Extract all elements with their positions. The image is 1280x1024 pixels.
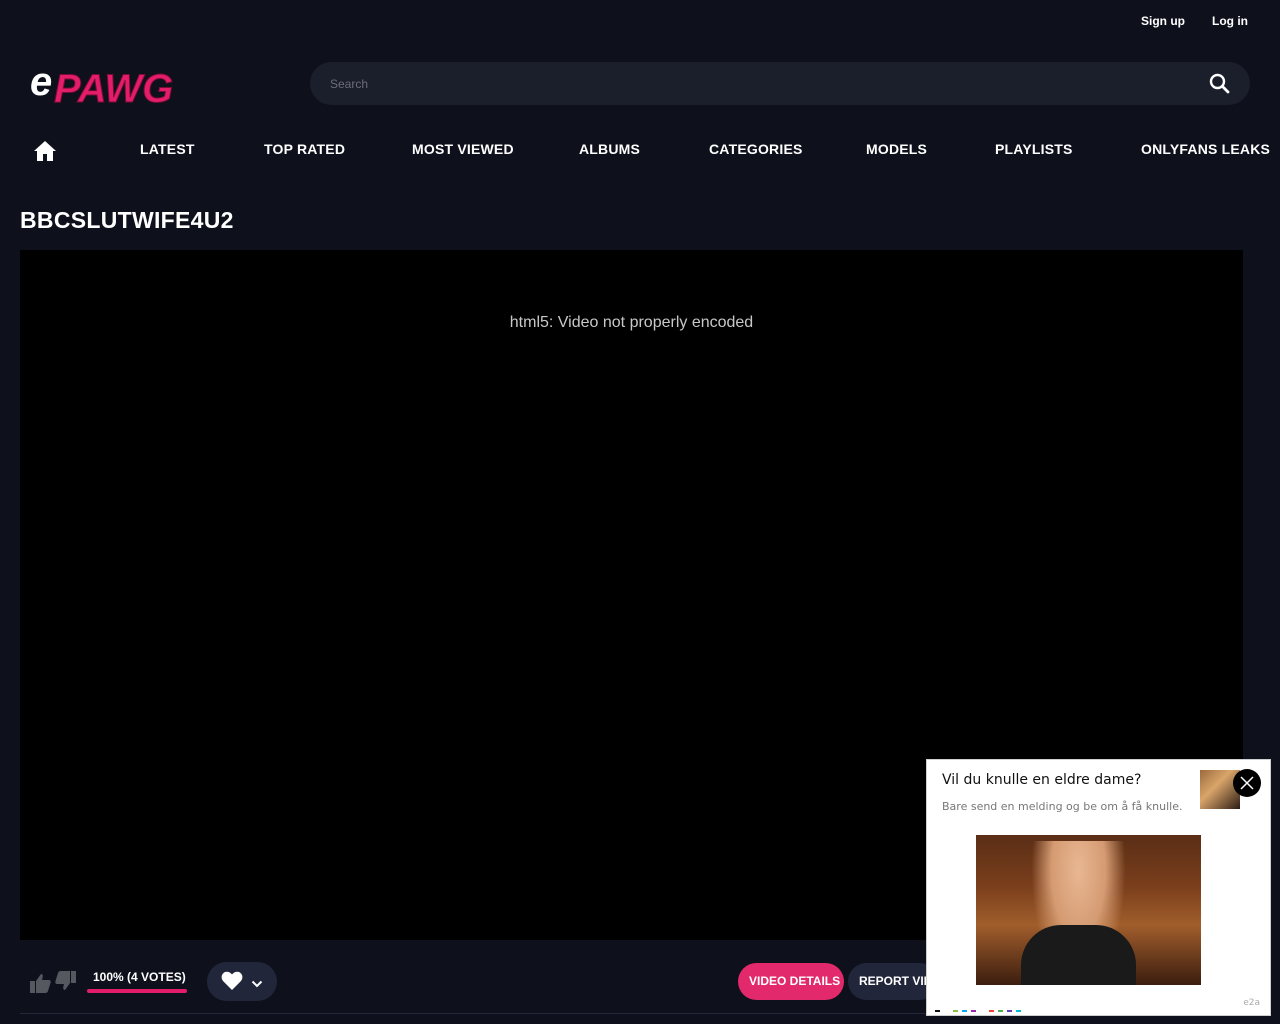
video-details-tab[interactable]: VIDEO DETAILS (738, 963, 844, 1000)
rating-text: 100% (4 VOTES) (93, 970, 186, 984)
nav-item-top-rated[interactable]: TOP RATED (264, 141, 345, 157)
search-input[interactable] (330, 74, 1190, 94)
report-video-tab[interactable]: REPORT VIDEO (848, 963, 938, 1000)
ad-network-label: e2a (1243, 998, 1260, 1008)
rating-bar (87, 989, 187, 993)
log-in-link[interactable]: Log in (1212, 14, 1248, 28)
close-icon (1233, 769, 1261, 801)
top-bar: Sign up Log in (0, 0, 1280, 44)
thumbs-down-icon[interactable] (55, 970, 77, 992)
thumbs-up-icon[interactable] (29, 972, 51, 994)
ad-image[interactable] (976, 835, 1201, 985)
nav-item-onlyfans-leaks[interactable]: ONLYFANS LEAKS (1141, 141, 1270, 157)
home-icon[interactable] (33, 139, 57, 163)
ad-indicator-dots (935, 1010, 1035, 1013)
search-bar (310, 62, 1250, 105)
video-error-message: html5: Video not properly encoded (509, 314, 754, 331)
nav-item-models[interactable]: MODELS (866, 141, 927, 157)
svg-text:e: e (30, 62, 52, 104)
nav-item-latest[interactable]: LATEST (140, 141, 195, 157)
main-nav: LATEST TOP RATED MOST VIEWED ALBUMS CATE… (0, 136, 1280, 166)
ad-title[interactable]: Vil du knulle en eldre dame? (942, 772, 1141, 788)
ad-image-dress (1021, 925, 1136, 985)
page-title: BBCSLUTWIFE4U2 (20, 207, 234, 233)
ad-popup[interactable]: Vil du knulle en eldre dame? Bare send e… (926, 759, 1271, 1016)
close-ad-button[interactable] (1233, 769, 1261, 797)
chevron-down-icon (251, 976, 263, 994)
favourite-button[interactable] (207, 962, 277, 1001)
ad-text[interactable]: Bare send en melding og be om å få knull… (942, 800, 1187, 813)
site-logo[interactable]: e PAWG (30, 60, 212, 112)
svg-text:PAWG: PAWG (54, 67, 173, 106)
sign-up-link[interactable]: Sign up (1141, 14, 1185, 28)
heart-icon (221, 971, 243, 996)
nav-item-most-viewed[interactable]: MOST VIEWED (412, 141, 514, 157)
nav-item-playlists[interactable]: PLAYLISTS (995, 141, 1073, 157)
search-icon[interactable] (1209, 73, 1230, 94)
nav-item-categories[interactable]: CATEGORIES (709, 141, 803, 157)
nav-item-albums[interactable]: ALBUMS (579, 141, 640, 157)
